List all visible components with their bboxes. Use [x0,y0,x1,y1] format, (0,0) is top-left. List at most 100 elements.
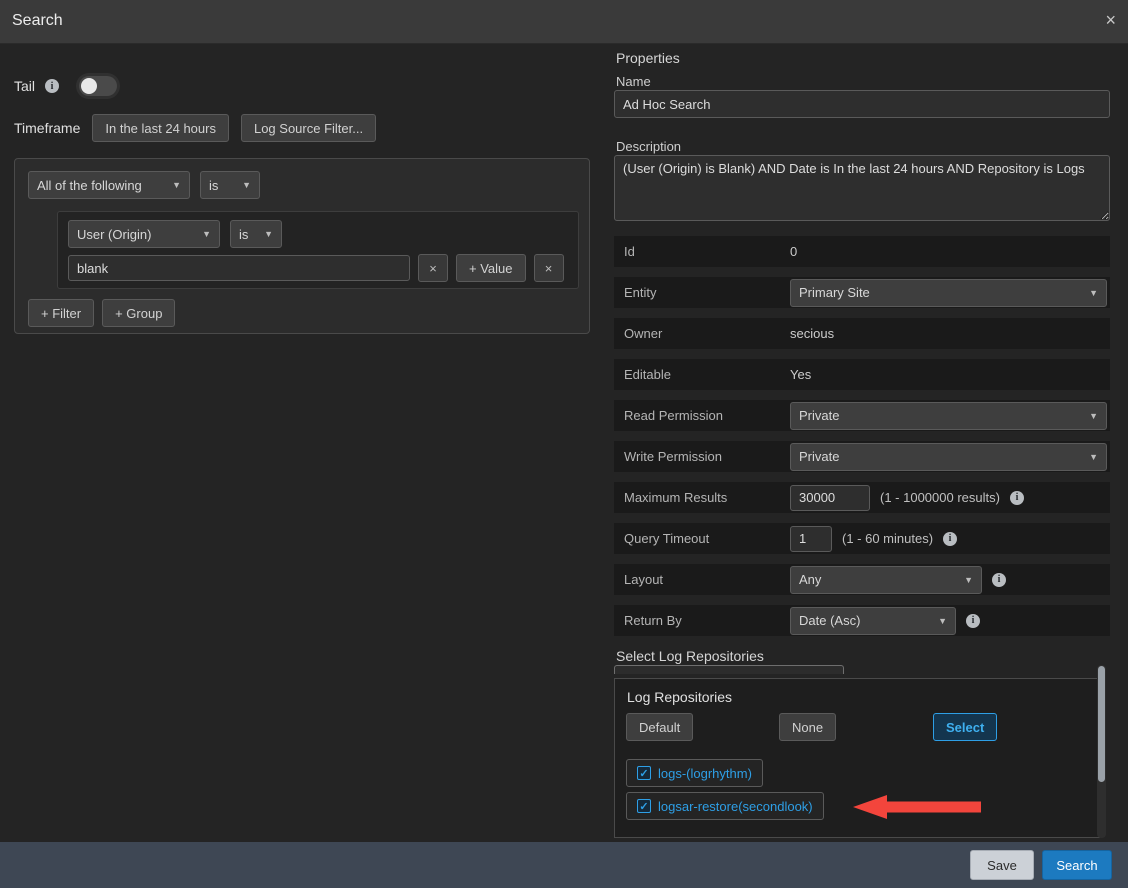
checkbox-checked-icon [637,799,651,813]
vertical-scrollbar[interactable] [1097,665,1106,838]
none-button[interactable]: None [779,713,836,741]
timeframe-button[interactable]: In the last 24 hours [92,114,229,142]
row-label: Return By [614,613,790,628]
row-label: Editable [614,367,790,382]
name-label: Name [616,74,651,89]
chevron-down-icon [1089,411,1098,421]
row-label: Write Permission [614,449,790,464]
group-condition-select[interactable]: is [200,171,260,199]
chevron-down-icon [202,229,211,239]
write-permission-select[interactable]: Private [790,443,1107,471]
toggle-knob [81,78,97,94]
layout-value: Any [799,572,821,587]
filter-row-box: User (Origin) is × + Value × [57,211,579,289]
table-row-editable: Editable Yes [614,359,1110,390]
filter-group-buttons: + Filter + Group [28,299,175,327]
red-arrow-annotation [851,793,985,821]
scrollbar-thumb[interactable] [1098,666,1105,782]
entity-select[interactable]: Primary Site [790,279,1107,307]
filter-field-row: User (Origin) is [68,220,282,248]
table-row-layout: Layout Any [614,564,1110,595]
dialog-titlebar: Search × [0,0,1128,44]
table-row-maximum-results: Maximum Results (1 - 1000000 results) [614,482,1110,513]
group-operator-value: All of the following [37,178,142,193]
filter-field-select[interactable]: User (Origin) [68,220,220,248]
description-textarea[interactable]: (User (Origin) is Blank) AND Date is In … [614,155,1110,221]
chevron-down-icon [242,180,251,190]
remove-filter-button[interactable]: × [534,254,564,282]
add-group-button[interactable]: + Group [102,299,175,327]
table-row-write-permission: Write Permission Private [614,441,1110,472]
search-button[interactable]: Search [1042,850,1112,880]
row-label: Id [614,244,790,259]
add-filter-button[interactable]: + Filter [28,299,94,327]
row-label: Entity [614,285,790,300]
default-button[interactable]: Default [626,713,693,741]
query-timeout-input[interactable] [790,526,832,552]
tail-row: Tail [14,76,117,96]
layout-select[interactable]: Any [790,566,982,594]
select-button[interactable]: Select [933,713,997,741]
properties-panel: Properties Name Description (User (Origi… [608,44,1128,842]
tail-toggle[interactable] [79,76,117,96]
maximum-results-info-icon[interactable] [1010,491,1024,505]
table-row-entity: Entity Primary Site [614,277,1110,308]
filter-value-row: × + Value × [68,254,564,282]
row-label: Read Permission [614,408,790,423]
table-row-owner: Owner secious [614,318,1110,349]
close-icon[interactable]: × [1105,10,1116,31]
group-operator-select[interactable]: All of the following [28,171,190,199]
table-row-id: Id 0 [614,236,1110,267]
dialog-footer: Save Search [0,842,1128,888]
chevron-down-icon [964,575,973,585]
return-by-select[interactable]: Date (Asc) [790,607,956,635]
description-label: Description [616,139,681,154]
clear-value-button[interactable]: × [418,254,448,282]
return-by-info-icon[interactable] [966,614,980,628]
maximum-results-hint: (1 - 1000000 results) [880,490,1000,505]
dialog-title: Search [12,12,63,30]
layout-info-icon[interactable] [992,573,1006,587]
entity-value: Primary Site [799,285,870,300]
read-permission-value: Private [799,408,839,423]
repository-label: logsar-restore(secondlook) [658,799,813,814]
table-row-read-permission: Read Permission Private [614,400,1110,431]
write-permission-value: Private [799,449,839,464]
filter-value-input[interactable] [68,255,410,281]
select-log-repositories-heading: Select Log Repositories [616,648,764,664]
timeframe-row: Timeframe In the last 24 hours Log Sourc… [14,114,376,142]
checkbox-checked-icon [637,766,651,780]
repository-checkbox-logsar-restore-secondlook[interactable]: logsar-restore(secondlook) [626,792,824,820]
row-label: Owner [614,326,790,341]
save-button[interactable]: Save [970,850,1034,880]
group-operator-row: All of the following is [28,171,260,199]
chevron-down-icon [172,180,181,190]
repository-label: logs-(logrhythm) [658,766,752,781]
name-input[interactable] [614,90,1110,118]
filter-field-value: User (Origin) [77,227,151,242]
row-label: Maximum Results [614,490,790,505]
row-label: Query Timeout [614,531,790,546]
properties-heading: Properties [616,50,680,66]
chevron-down-icon [1089,288,1098,298]
properties-table: Id 0 Entity Primary Site Owner secious E… [614,236,1110,636]
table-row-query-timeout: Query Timeout (1 - 60 minutes) [614,523,1110,554]
tail-label: Tail [14,78,35,94]
read-permission-select[interactable]: Private [790,402,1107,430]
filter-condition-value: is [239,227,248,242]
clipped-scrolled-element [614,665,844,674]
log-repositories-title: Log Repositories [627,689,732,705]
search-criteria-panel: Tail Timeframe In the last 24 hours Log … [0,44,608,842]
tail-info-icon[interactable] [45,79,59,93]
query-timeout-hint: (1 - 60 minutes) [842,531,933,546]
query-timeout-info-icon[interactable] [943,532,957,546]
table-row-return-by: Return By Date (Asc) [614,605,1110,636]
log-source-filter-button[interactable]: Log Source Filter... [241,114,376,142]
return-by-value: Date (Asc) [799,613,860,628]
filter-group-box: All of the following is User (Origin) is [14,158,590,334]
repository-checkbox-logs-logrhythm[interactable]: logs-(logrhythm) [626,759,763,787]
add-value-button[interactable]: + Value [456,254,526,282]
maximum-results-input[interactable] [790,485,870,511]
filter-condition-select[interactable]: is [230,220,282,248]
chevron-down-icon [1089,452,1098,462]
